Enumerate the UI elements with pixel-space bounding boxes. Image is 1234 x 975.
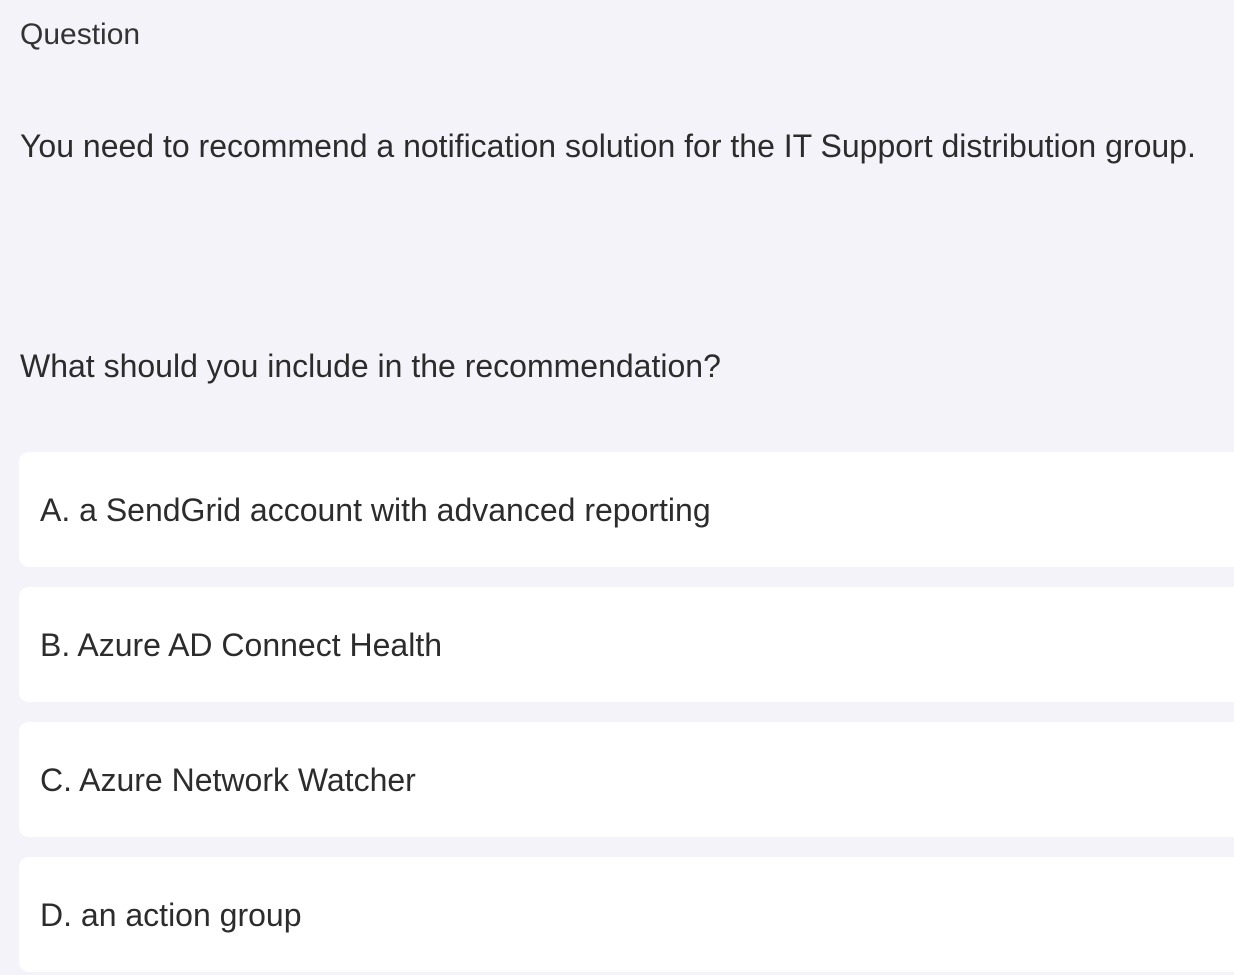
option-d[interactable]: D. an action group — [19, 857, 1234, 972]
option-b[interactable]: B. Azure AD Connect Health — [19, 587, 1234, 702]
option-c[interactable]: C. Azure Network Watcher — [19, 722, 1234, 837]
answer-options: A. a SendGrid account with advanced repo… — [19, 452, 1234, 972]
option-label: A. a SendGrid account with advanced repo… — [40, 491, 711, 528]
option-a[interactable]: A. a SendGrid account with advanced repo… — [19, 452, 1234, 567]
page-title: Question — [20, 18, 141, 51]
option-label: C. Azure Network Watcher — [40, 761, 416, 798]
option-label: B. Azure AD Connect Health — [40, 626, 442, 663]
option-label: D. an action group — [40, 896, 302, 933]
question-text: You need to recommend a notification sol… — [20, 128, 1196, 164]
question-prompt: What should you include in the recommend… — [20, 348, 721, 384]
